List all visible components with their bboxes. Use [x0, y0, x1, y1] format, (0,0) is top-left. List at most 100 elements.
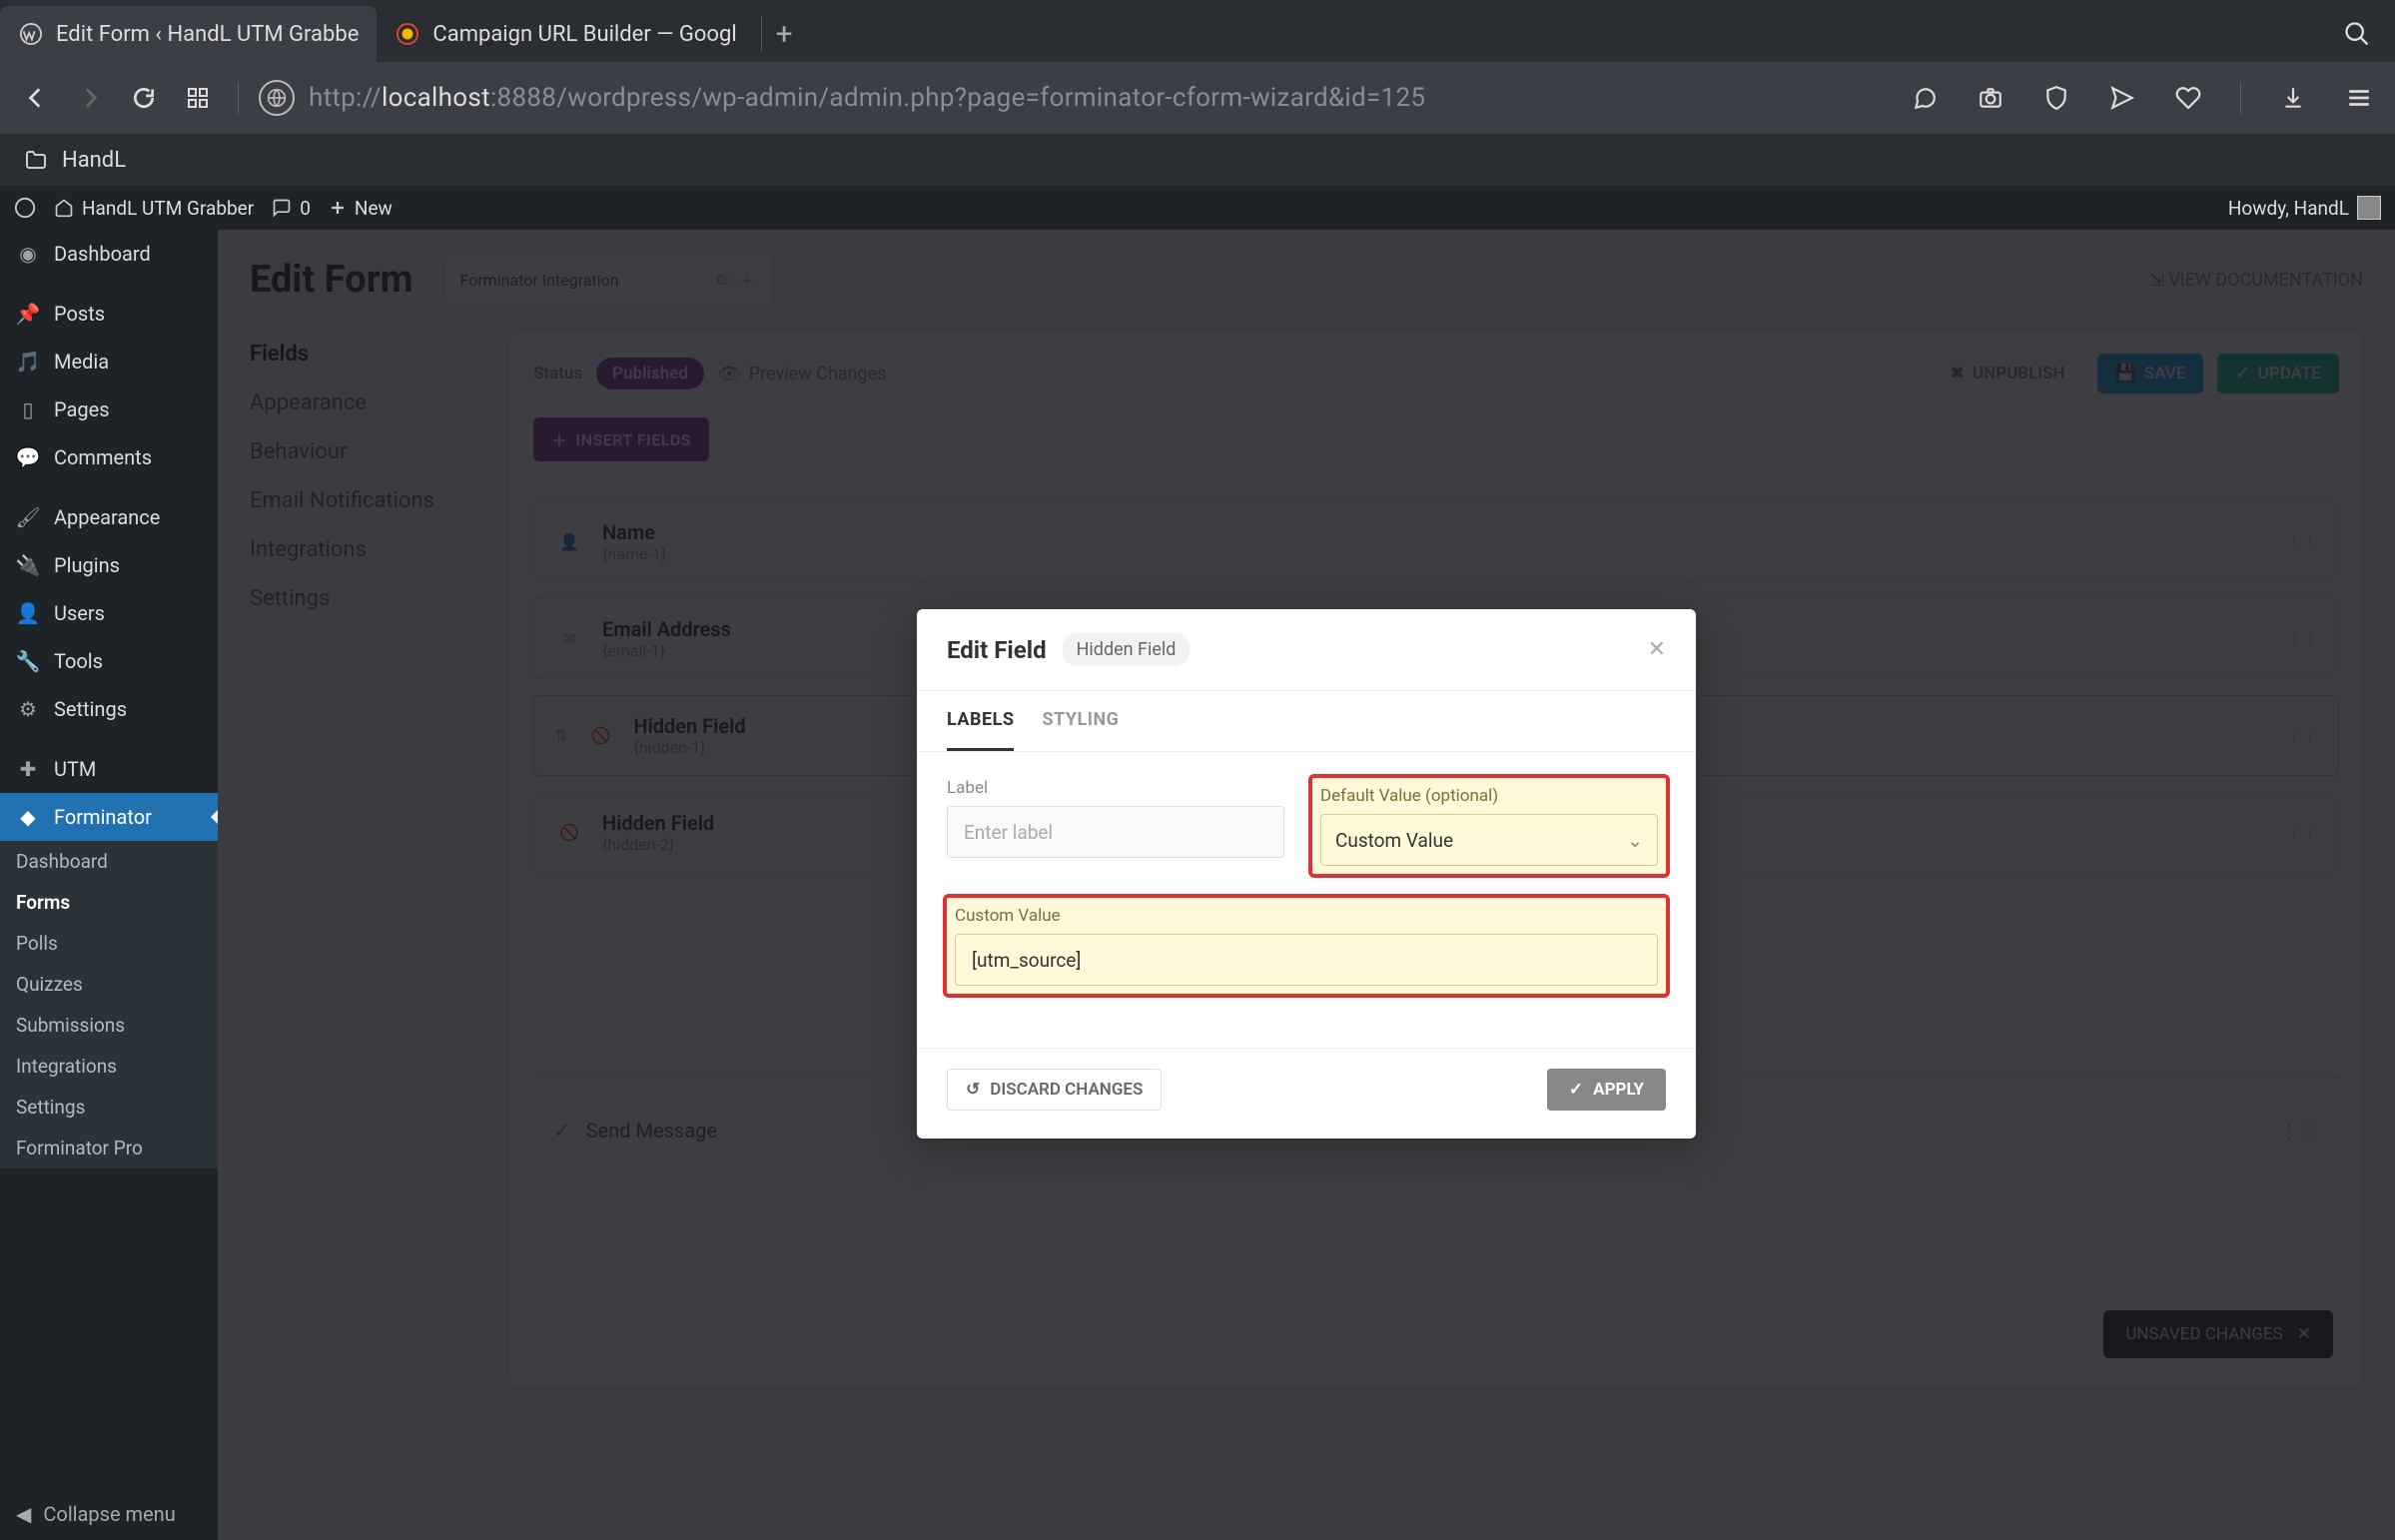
menu-pages[interactable]: ▯Pages [0, 385, 218, 433]
comments-link[interactable]: 0 [272, 197, 311, 220]
menu-tools[interactable]: 🔧Tools [0, 637, 218, 685]
shield-icon[interactable] [2036, 78, 2076, 118]
submenu-quizzes[interactable]: Quizzes [0, 964, 218, 1005]
menu-appearance[interactable]: 🖌Appearance [0, 493, 218, 541]
menu-comments[interactable]: 💬Comments [0, 433, 218, 481]
sliders-icon: ⚙ [16, 697, 40, 721]
submenu-settings[interactable]: Settings [0, 1087, 218, 1128]
eye-off-icon: 🚫 [585, 721, 615, 751]
unsaved-toast: UNSAVED CHANGES ✕ [2103, 1310, 2333, 1358]
menu-posts[interactable]: 📌Posts [0, 290, 218, 338]
tab-title: Campaign URL Builder — Googl [432, 22, 736, 47]
side-tab-email[interactable]: Email Notifications [250, 476, 509, 525]
drag-icon[interactable]: ⇅ [554, 726, 567, 745]
menu-media[interactable]: 🎵Media [0, 338, 218, 385]
submenu-pro[interactable]: Forminator Pro [0, 1128, 218, 1168]
menu-utm[interactable]: ✚UTM [0, 745, 218, 793]
drag-handle-icon[interactable]: ⋮⋮ [2279, 1119, 2319, 1143]
drag-handle-icon[interactable]: ⋮⋮ [2286, 532, 2318, 551]
default-value-select[interactable]: Custom Value ⌄ [1320, 814, 1658, 866]
submenu-polls[interactable]: Polls [0, 923, 218, 964]
status-row: Status Published 👁 Preview Changes ✖ UNP… [533, 354, 2339, 393]
insert-fields-button[interactable]: ＋ INSERT FIELDS [533, 417, 709, 461]
apply-button[interactable]: ✓ APPLY [1547, 1069, 1666, 1111]
menu-settings[interactable]: ⚙Settings [0, 685, 218, 733]
field-name[interactable]: 👤 Name{name-1} ⋮⋮ [533, 501, 2339, 582]
collapse-menu[interactable]: ◀ Collapse menu [0, 1488, 218, 1540]
submenu-integrations[interactable]: Integrations [0, 1046, 218, 1087]
save-button[interactable]: 💾 SAVE [2097, 354, 2204, 393]
menu-dashboard[interactable]: ◉Dashboard [0, 230, 218, 278]
side-tab-behaviour[interactable]: Behaviour [250, 427, 509, 476]
doc-link[interactable]: ⇲ VIEW DOCUMENTATION [2149, 270, 2363, 291]
url-text[interactable]: http://localhost:8888/wordpress/wp-admin… [309, 83, 1891, 113]
form-name-input[interactable]: Forminator Integration [460, 271, 706, 290]
menu-users[interactable]: 👤Users [0, 589, 218, 637]
drag-handle-icon[interactable]: ⋮⋮ [2286, 823, 2318, 842]
user-icon: 👤 [16, 601, 40, 625]
comment-icon: 💬 [16, 445, 40, 469]
user-icon: 👤 [554, 527, 584, 557]
heart-icon[interactable] [2168, 78, 2208, 118]
chat-icon[interactable] [1905, 78, 1945, 118]
camera-icon[interactable] [1971, 78, 2010, 118]
label-input[interactable] [947, 806, 1284, 858]
default-value-label: Default Value (optional) [1320, 786, 1658, 806]
close-icon[interactable]: ✕ [1648, 637, 1666, 662]
status-label: Status [533, 364, 582, 384]
tab-labels[interactable]: LABELS [947, 691, 1014, 751]
grid-button[interactable] [178, 78, 218, 118]
browser-tab[interactable]: Campaign URL Builder — Googl [377, 6, 754, 62]
custom-value-highlight: Custom Value [947, 898, 1666, 994]
page-header: Edit Form Forminator Integration ⚙ ＋ ⇲ V… [218, 230, 2395, 330]
bookmark-item[interactable]: HandL [62, 148, 126, 173]
browser-tab-active[interactable]: Edit Form ‹ HandL UTM Grabbe [0, 6, 377, 62]
submenu: Dashboard Forms Polls Quizzes Submission… [0, 841, 218, 1168]
wp-adminbar: HandL UTM Grabber 0 New Howdy, HandL [0, 186, 2395, 230]
download-icon[interactable] [2273, 78, 2313, 118]
gear-icon[interactable]: ⚙ [715, 271, 729, 290]
custom-value-input[interactable] [955, 934, 1658, 986]
brush-icon: 🖌 [16, 505, 40, 529]
custom-value-label: Custom Value [955, 906, 1658, 926]
tabs-search-icon[interactable] [2337, 14, 2377, 54]
utm-icon: ✚ [16, 757, 40, 781]
discard-button[interactable]: ↺ DISCARD CHANGES [947, 1069, 1162, 1111]
plus-icon[interactable]: ＋ [740, 268, 756, 292]
pin-icon: 📌 [16, 302, 40, 326]
drag-handle-icon[interactable]: ⋮⋮ [2286, 726, 2318, 745]
new-tab-button[interactable]: + [761, 16, 807, 52]
forward-button[interactable] [70, 78, 110, 118]
submenu-forms[interactable]: Forms [0, 882, 218, 923]
drag-handle-icon[interactable]: ⋮⋮ [2286, 629, 2318, 648]
new-link[interactable]: New [329, 197, 393, 220]
howdy-link[interactable]: Howdy, HandL [2228, 196, 2381, 220]
tab-styling[interactable]: STYLING [1042, 691, 1119, 751]
site-info-icon[interactable] [259, 80, 295, 116]
submenu-dashboard[interactable]: Dashboard [0, 841, 218, 882]
mail-icon: ✉ [554, 624, 584, 654]
side-tab-fields[interactable]: Fields [250, 330, 509, 379]
update-button[interactable]: ✓ UPDATE [2217, 354, 2339, 393]
address-bar: http://localhost:8888/wordpress/wp-admin… [0, 62, 2395, 134]
side-tab-appearance[interactable]: Appearance [250, 379, 509, 427]
side-tab-settings[interactable]: Settings [250, 574, 509, 623]
reload-button[interactable] [124, 78, 164, 118]
check-icon: ✓ [1569, 1080, 1583, 1100]
plug-icon: 🔌 [16, 553, 40, 577]
close-icon[interactable]: ✕ [2297, 1324, 2311, 1344]
submenu-submissions[interactable]: Submissions [0, 1005, 218, 1046]
site-link[interactable]: HandL UTM Grabber [54, 197, 254, 220]
preview-link[interactable]: 👁 Preview Changes [718, 364, 887, 385]
back-button[interactable] [16, 78, 56, 118]
menu-plugins[interactable]: 🔌Plugins [0, 541, 218, 589]
modal-footer: ↺ DISCARD CHANGES ✓ APPLY [917, 1048, 1696, 1139]
gauge-icon: ◉ [16, 242, 40, 266]
send-icon[interactable] [2102, 78, 2142, 118]
wp-logo[interactable] [14, 197, 36, 219]
menu-icon[interactable] [2339, 78, 2379, 118]
unpublish-button[interactable]: ✖ UNPUBLISH [1933, 354, 2083, 393]
menu-forminator[interactable]: ◆Forminator [0, 793, 218, 841]
send-label[interactable]: Send Message [586, 1119, 717, 1143]
side-tab-integrations[interactable]: Integrations [250, 525, 509, 574]
